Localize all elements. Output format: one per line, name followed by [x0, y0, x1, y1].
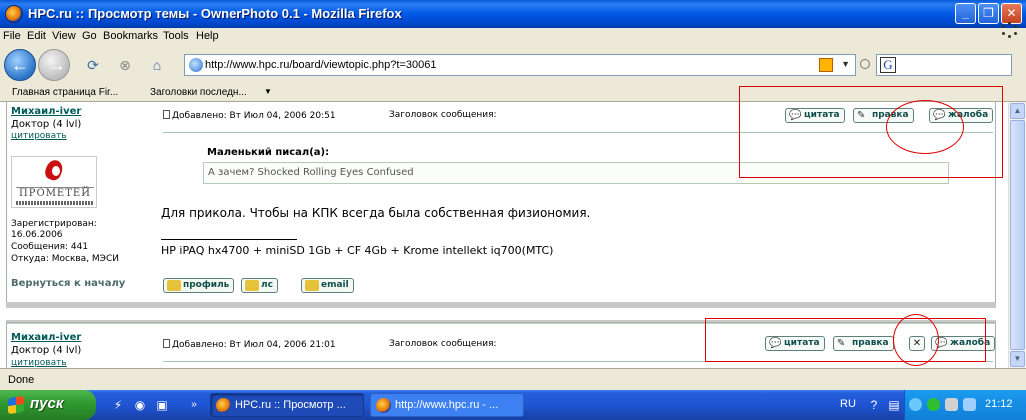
status-text: Done	[8, 374, 35, 386]
system-tray: 21:12	[904, 390, 1026, 420]
back-button[interactable]: ←	[4, 49, 36, 81]
annotation-circle	[886, 100, 964, 154]
annotation-circle	[893, 314, 939, 366]
menu-view[interactable]: View	[52, 30, 76, 42]
scroll-up-icon[interactable]: ▲	[1010, 103, 1025, 119]
bookmark-latest-headlines[interactable]: Заголовки последн...	[150, 87, 247, 98]
throbber-icon	[1002, 22, 1018, 38]
annotation-rectangle	[705, 318, 986, 362]
post-author[interactable]: Михаил-iver	[11, 106, 81, 117]
url-text[interactable]: http://www.hpc.ru/board/viewtopic.php?t=…	[205, 59, 436, 71]
rss-feed-icon[interactable]	[819, 58, 833, 72]
url-bar[interactable]: http://www.hpc.ru/board/viewtopic.php?t=…	[184, 54, 856, 76]
quote-title: Маленький писал(а):	[207, 147, 330, 158]
google-engine-icon[interactable]: G	[880, 57, 896, 73]
post-document-icon	[163, 110, 170, 119]
taskbar: пуск ⚡ ◉ ▣ » HPC.ru :: Просмотр ... http…	[0, 390, 1026, 420]
post-date: Добавлено: Вт Июл 04, 2006 20:51	[163, 110, 336, 121]
search-options-icon[interactable]	[860, 59, 870, 69]
tray-back-icon[interactable]	[909, 398, 922, 411]
scroll-down-icon[interactable]: ▼	[1010, 351, 1025, 367]
post-separator	[6, 302, 996, 308]
windows-flag-icon	[8, 395, 24, 415]
email-icon	[305, 280, 319, 291]
back-to-top-link[interactable]: Вернуться к началу	[11, 278, 125, 289]
post-author[interactable]: Михаил-iver	[11, 332, 81, 343]
quicklaunch-chevron-icon[interactable]: »	[186, 397, 202, 413]
post-subject-label: Заголовок сообщения:	[389, 110, 497, 120]
tray-network-icon[interactable]	[945, 398, 958, 411]
registered-date: 16.06.2006	[11, 230, 63, 240]
registered-label: Зарегистрирован:	[11, 219, 97, 229]
firefox-icon	[5, 5, 23, 23]
language-indicator[interactable]: RU	[840, 398, 856, 410]
stop-icon[interactable]: ⊗	[116, 56, 134, 74]
menu-help[interactable]: Help	[196, 30, 219, 42]
message-count: Сообщения: 441	[11, 242, 89, 252]
post-subject-label: Заголовок сообщения:	[389, 339, 497, 349]
firefox-icon	[376, 398, 391, 413]
quicklaunch-winamp-icon[interactable]: ⚡	[110, 397, 126, 413]
signature-divider	[161, 239, 297, 240]
forward-arrow-icon: →	[48, 55, 66, 75]
post-signature: HP iPAQ hx4700 + miniSD 1Gb + CF 4Gb + K…	[161, 244, 554, 257]
avatar: ПРОМЕТЕЙ	[11, 156, 97, 208]
author-location: Откуда: Москва, МЭСИ	[11, 254, 119, 264]
quicklaunch-media-icon[interactable]: ◉	[132, 397, 148, 413]
private-message-icon	[245, 280, 259, 291]
menu-edit[interactable]: Edit	[27, 30, 46, 42]
forward-button[interactable]: →	[38, 49, 70, 81]
menu-tools[interactable]: Tools	[163, 30, 189, 42]
taskbar-item-hpc-url[interactable]: http://www.hpc.ru - ...	[370, 393, 524, 417]
search-input[interactable]: G	[876, 54, 1012, 76]
reload-icon[interactable]: ⟳	[84, 56, 102, 74]
help-icon[interactable]: ?	[866, 397, 882, 413]
window-title: HPC.ru :: Просмотр темы - OwnerPhoto 0.1…	[28, 6, 402, 21]
menu-file[interactable]: File	[3, 30, 21, 42]
post-author-rank: Доктор (4 lvl)	[11, 345, 82, 356]
post-author-rank: Доктор (4 lvl)	[11, 119, 82, 130]
back-arrow-icon: ←	[11, 55, 29, 75]
avatar-logo-text: ПРОМЕТЕЙ	[16, 187, 94, 199]
firefox-icon	[216, 398, 231, 413]
site-globe-icon	[189, 58, 203, 72]
profile-icon	[167, 280, 181, 291]
tray-volume-icon[interactable]	[963, 398, 976, 411]
vertical-scrollbar[interactable]: ▲ ▼	[1008, 102, 1026, 368]
quicklaunch-desktop-icon[interactable]: ▣	[154, 397, 170, 413]
tray-icon[interactable]: ▤	[886, 397, 902, 413]
navigation-toolbar: ← → ⟳ ⊗ ⌂ http://www.hpc.ru/board/viewto…	[0, 46, 1026, 84]
post-body: Для прикола. Чтобы на КПК всегда была со…	[161, 206, 591, 220]
taskbar-item-hpc[interactable]: HPC.ru :: Просмотр ...	[210, 393, 364, 417]
menu-bar: File Edit View Go Bookmarks Tools Help	[0, 28, 1026, 46]
quote-author-link[interactable]: цитировать	[11, 358, 67, 368]
post-document-icon	[163, 339, 170, 348]
clock: 21:12	[985, 398, 1013, 410]
start-button[interactable]: пуск	[0, 390, 96, 420]
tray-antivirus-icon[interactable]	[927, 398, 940, 411]
menu-go[interactable]: Go	[82, 30, 97, 42]
chevron-down-icon[interactable]: ▼	[841, 59, 850, 69]
menu-bookmarks[interactable]: Bookmarks	[103, 30, 158, 42]
post-date: Добавлено: Вт Июл 04, 2006 21:01	[163, 339, 336, 350]
bookmark-firefox-start[interactable]: Главная страница Fir...	[12, 87, 118, 98]
close-button[interactable]: ✕	[1001, 3, 1022, 24]
annotation-rectangle	[739, 86, 1003, 178]
maximize-button[interactable]: ❐	[978, 3, 999, 24]
email-button[interactable]: email	[301, 278, 354, 293]
minimize-button[interactable]: _	[955, 3, 976, 24]
profile-button[interactable]: профиль	[163, 278, 235, 293]
quote-author-link[interactable]: цитировать	[11, 131, 67, 141]
scrollbar-thumb[interactable]	[1010, 120, 1025, 350]
title-bar[interactable]: HPC.ru :: Просмотр темы - OwnerPhoto 0.1…	[0, 0, 1026, 28]
start-label: пуск	[30, 395, 64, 412]
status-bar: Done	[0, 368, 1026, 390]
chevron-down-icon[interactable]: ▼	[264, 87, 272, 96]
home-icon[interactable]: ⌂	[148, 56, 166, 74]
private-message-button[interactable]: лс	[241, 278, 278, 293]
